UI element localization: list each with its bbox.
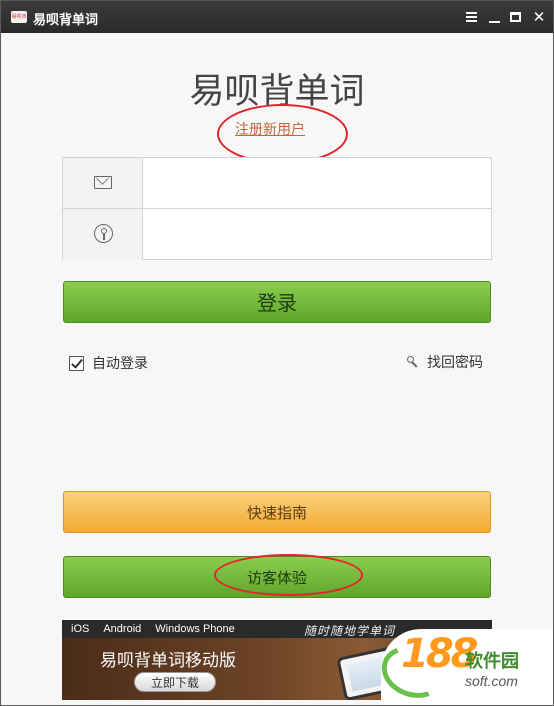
- annotation-circle: [217, 104, 348, 164]
- maximize-icon[interactable]: [508, 9, 524, 25]
- login-button[interactable]: 登录: [63, 281, 491, 323]
- banner-slogan: 随时随地学单词: [304, 624, 396, 638]
- login-form: [62, 157, 492, 260]
- platform-label: Android: [103, 623, 142, 635]
- email-field[interactable]: [145, 164, 485, 202]
- download-button[interactable]: 立即下载: [134, 672, 216, 692]
- auto-login-label: 自动登录: [92, 356, 148, 372]
- close-icon[interactable]: ✕: [531, 9, 547, 25]
- annotation-circle: [214, 554, 363, 596]
- menu-icon[interactable]: [464, 9, 480, 25]
- title-bar[interactable]: 易呗背 易呗背单词 ✕: [1, 1, 553, 33]
- app-logo-icon: 易呗背: [11, 11, 27, 23]
- password-row: [63, 209, 491, 260]
- banner-title: 易呗背单词移动版: [100, 651, 236, 671]
- mail-icon: [94, 176, 112, 189]
- key-icon: [407, 356, 419, 368]
- platform-label: iOS: [71, 623, 90, 635]
- watermark-domain: soft.com: [465, 673, 518, 689]
- email-row: [63, 158, 491, 209]
- quick-guide-button[interactable]: 快速指南: [63, 491, 491, 533]
- forgot-password-label: 找回密码: [427, 355, 483, 371]
- watermark-name: 软件园: [465, 651, 519, 672]
- password-field[interactable]: [145, 215, 485, 253]
- platform-label: Windows Phone: [155, 623, 235, 635]
- site-watermark: 188 软件园 soft.com: [374, 629, 553, 705]
- email-icon-cell: [63, 158, 143, 208]
- forgot-password-link[interactable]: 找回密码: [407, 352, 483, 372]
- auto-login-checkbox[interactable]: 自动登录: [69, 353, 148, 373]
- app-window: 易呗背 易呗背单词 ✕ 易呗背单词 注册新用户 登录 自动登录 找回密码 快速指…: [0, 0, 554, 706]
- window-title: 易呗背单词: [33, 13, 99, 28]
- password-icon-cell: [63, 209, 143, 260]
- minimize-icon[interactable]: [487, 9, 503, 25]
- lock-icon: [94, 224, 113, 243]
- checkbox-icon[interactable]: [69, 355, 84, 371]
